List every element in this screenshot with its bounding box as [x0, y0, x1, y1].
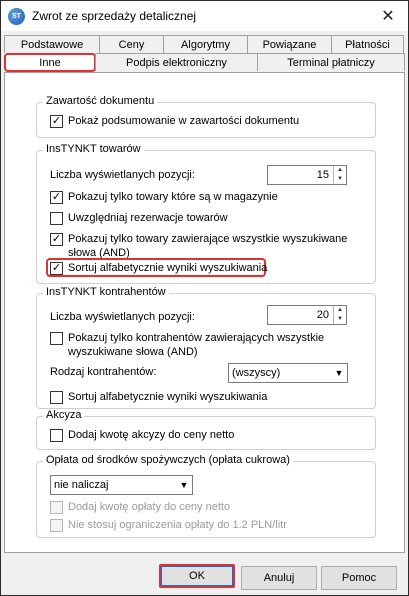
- checkbox-row: Dodaj kwotę opłaty do ceny netto: [50, 500, 230, 514]
- tab-terminal-platniczy[interactable]: Terminal płatniczy: [257, 53, 405, 71]
- checkbox-label: Sortuj alfabetycznie wyniki wyszukiwania: [68, 262, 268, 274]
- item-count-label: Liczba wyświetlanych pozycji:: [50, 169, 195, 181]
- checkbox-label: Uwzględniaj rezerwacje towarów: [68, 212, 228, 224]
- checkbox[interactable]: [50, 429, 63, 442]
- checkbox: [50, 501, 63, 514]
- stepper-arrows[interactable]: ▲ ▼: [333, 306, 346, 324]
- contractor-type-select[interactable]: (wszyscy) ▼: [228, 363, 348, 383]
- checkbox[interactable]: ✓: [50, 262, 63, 275]
- group-zawartosc-dokumentu: Zawartość dokumentu ✓ Pokaż podsumowanie…: [36, 95, 376, 138]
- item-count-label: Liczba wyświetlanych pozycji:: [50, 311, 195, 323]
- spin-down-icon[interactable]: ▼: [334, 175, 346, 184]
- checkbox[interactable]: ✓: [50, 191, 63, 204]
- group-title: InsTYNKT towarów: [43, 143, 144, 155]
- checkbox: [50, 519, 63, 532]
- checkbox-row[interactable]: Sortuj alfabetycznie wyniki wyszukiwania: [50, 390, 267, 404]
- tab-platnosci[interactable]: Płatności: [331, 35, 404, 53]
- group-instynkt-kontrahentow: InsTYNKT kontrahentów Liczba wyświetlany…: [36, 286, 376, 409]
- checkbox-row[interactable]: ✓ Sortuj alfabetycznie wyniki wyszukiwan…: [50, 261, 267, 275]
- checkbox[interactable]: [50, 391, 63, 404]
- checkbox-label: Pokazuj tylko kontrahentów zawierających…: [68, 332, 325, 358]
- checkbox-label: Sortuj alfabetycznie wyniki wyszukiwania: [68, 391, 268, 403]
- checkbox-row: Nie stosuj ograniczenia opłaty do 1.2 PL…: [50, 518, 287, 532]
- ok-button-label: OK: [161, 566, 233, 586]
- spin-up-icon[interactable]: ▲: [334, 166, 346, 175]
- group-instynkt-towarow: InsTYNKT towarów Liczba wyświetlanych po…: [36, 143, 376, 284]
- close-icon: ✕: [381, 8, 395, 25]
- select-value: (wszyscy): [232, 367, 281, 379]
- tab-podstawowe[interactable]: Podstawowe: [4, 35, 100, 53]
- group-akcyza: Akcyza Dodaj kwotę akcyzy do ceny netto: [36, 409, 376, 450]
- stepper-value[interactable]: 20: [268, 306, 333, 324]
- chevron-down-icon[interactable]: ▼: [176, 480, 192, 490]
- sugar-fee-select[interactable]: nie naliczaj ▼: [50, 475, 193, 495]
- help-button[interactable]: Pomoc: [321, 566, 397, 590]
- tab-ceny[interactable]: Ceny: [99, 35, 164, 53]
- app-logo-icon: ST: [8, 8, 25, 25]
- checkbox[interactable]: [50, 332, 63, 345]
- item-count-stepper[interactable]: 20 ▲ ▼: [267, 305, 347, 325]
- checkbox-label: Pokaż podsumowanie w zawartości dokument…: [68, 115, 300, 127]
- checkbox-label: Dodaj kwotę opłaty do ceny netto: [68, 501, 231, 513]
- checkbox-row[interactable]: Uwzględniaj rezerwacje towarów: [50, 211, 228, 225]
- ok-button[interactable]: OK: [159, 564, 235, 588]
- tab-inne[interactable]: Inne: [4, 53, 96, 72]
- checkbox-label: Pokazuj tylko towary które są w magazyni…: [68, 191, 278, 203]
- group-title: Opłata od środków spożywczych (opłata cu…: [43, 454, 293, 466]
- chevron-down-icon[interactable]: ▼: [331, 368, 347, 378]
- checkbox[interactable]: [50, 212, 63, 225]
- spin-down-icon[interactable]: ▼: [334, 315, 346, 324]
- checkbox-row[interactable]: ✓ Pokazuj tylko towary zawierające wszys…: [50, 232, 360, 260]
- group-oplata-cukrowa: Opłata od środków spożywczych (opłata cu…: [36, 454, 376, 538]
- contractor-type-label: Rodzaj kontrahentów:: [50, 366, 157, 378]
- checkbox-row[interactable]: ✓ Pokazuj tylko towary które są w magazy…: [50, 190, 278, 204]
- tab-algorytmy[interactable]: Algorytmy: [163, 35, 248, 53]
- stepper-value[interactable]: 15: [268, 166, 333, 184]
- tab-panel-inne: Zawartość dokumentu ✓ Pokaż podsumowanie…: [4, 72, 405, 553]
- title-bar[interactable]: ST Zwrot ze sprzedaży detalicznej ✕: [1, 1, 408, 31]
- window-title: Zwrot ze sprzedaży detalicznej: [32, 9, 197, 23]
- cancel-button[interactable]: Anuluj: [241, 566, 317, 590]
- group-title: Akcyza: [43, 409, 85, 421]
- group-title: Zawartość dokumentu: [43, 95, 158, 107]
- tab-row-1: Podstawowe Ceny Algorytmy Powiązane Płat…: [4, 35, 404, 53]
- close-button[interactable]: ✕: [374, 3, 402, 29]
- group-title: InsTYNKT kontrahentów: [43, 286, 169, 298]
- checkbox[interactable]: ✓: [50, 115, 63, 128]
- checkbox-row[interactable]: Dodaj kwotę akcyzy do ceny netto: [50, 428, 234, 442]
- tab-podpis-elektroniczny[interactable]: Podpis elektroniczny: [95, 53, 258, 71]
- spin-up-icon[interactable]: ▲: [334, 306, 346, 315]
- dialog-window: ST Zwrot ze sprzedaży detalicznej ✕ Pods…: [0, 0, 409, 596]
- checkbox-label: Nie stosuj ograniczenia opłaty do 1.2 PL…: [68, 519, 287, 531]
- tab-row-2: Inne Podpis elektroniczny Terminal płatn…: [4, 53, 405, 72]
- select-value: nie naliczaj: [54, 479, 109, 491]
- checkbox-row[interactable]: ✓ Pokaż podsumowanie w zawartości dokume…: [50, 114, 299, 128]
- checkbox-row[interactable]: Pokazuj tylko kontrahentów zawierających…: [50, 331, 340, 359]
- checkbox-label: Pokazuj tylko towary zawierające wszystk…: [68, 233, 348, 259]
- item-count-stepper[interactable]: 15 ▲ ▼: [267, 165, 347, 185]
- stepper-arrows[interactable]: ▲ ▼: [333, 166, 346, 184]
- checkbox-label: Dodaj kwotę akcyzy do ceny netto: [68, 429, 235, 441]
- tab-powiazane[interactable]: Powiązane: [247, 35, 332, 53]
- checkbox[interactable]: ✓: [50, 233, 63, 246]
